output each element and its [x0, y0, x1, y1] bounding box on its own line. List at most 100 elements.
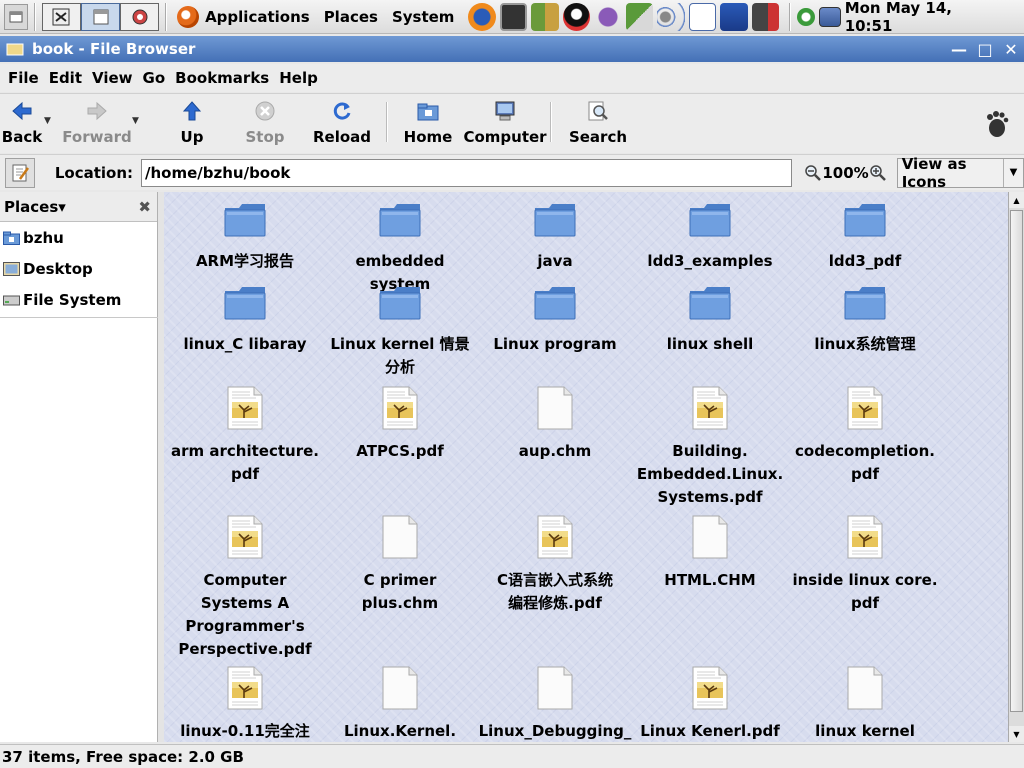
menu-applications[interactable]: Applications [205, 8, 310, 26]
menu-bookmarks[interactable]: Bookmarks [175, 69, 269, 87]
stop-button[interactable]: Stop [240, 94, 290, 150]
toolbar-separator [386, 102, 388, 142]
logout-icon[interactable] [751, 2, 780, 31]
file-item[interactable]: linux_C libaray [170, 283, 320, 356]
back-arrow-icon [12, 101, 32, 121]
folder-icon [378, 200, 422, 244]
file-item[interactable]: linux shell [635, 283, 785, 356]
reload-button[interactable]: Reload [312, 94, 372, 150]
sidebar-item-bzhu[interactable]: bzhu [0, 222, 157, 253]
file-item[interactable]: Linux kernel 情景 分析 [325, 283, 475, 379]
vertical-scrollbar[interactable]: ▲ ▼ [1008, 192, 1024, 742]
forward-button[interactable]: Forward [62, 94, 132, 150]
file-name-label: linux shell [666, 335, 754, 353]
search-button[interactable]: Search [568, 94, 628, 150]
menu-system[interactable]: System [392, 8, 454, 26]
file-item[interactable]: ARM学习报告 [170, 200, 320, 273]
menu-view[interactable]: View [92, 69, 133, 87]
file-name-label: Building. Embedded.Linux. Systems.pdf [636, 442, 784, 506]
toggle-location-entry-button[interactable] [5, 157, 35, 188]
document-icon [381, 666, 419, 714]
back-history-dropdown[interactable]: ▼ [44, 116, 54, 126]
file-name-label: C语言嵌入式系统 编程修炼.pdf [496, 571, 613, 612]
ubuntu-logo-icon [177, 5, 200, 28]
window-titlebar[interactable]: book - File Browser — □ ✕ [0, 36, 1024, 62]
scroll-up-button[interactable]: ▲ [1009, 192, 1024, 208]
file-item[interactable]: inside linux core. pdf [790, 515, 940, 615]
file-icon-view[interactable]: ARM学习报告 embedded system java ldd3_examples l… [164, 192, 1008, 742]
pidgin-launcher-icon[interactable] [594, 2, 622, 31]
zoom-in-icon[interactable] [869, 164, 887, 182]
file-item[interactable]: linux kernel [790, 666, 940, 742]
file-item[interactable]: HTML.CHM [635, 515, 785, 592]
home-button[interactable]: Home [398, 94, 458, 150]
qq-launcher-icon[interactable] [562, 2, 591, 31]
menu-places[interactable]: Places [324, 8, 378, 26]
file-item[interactable]: C primer plus.chm [325, 515, 475, 615]
home-folder-icon [3, 231, 20, 245]
menu-go[interactable]: Go [143, 69, 166, 87]
file-item[interactable]: C语言嵌入式系统 编程修炼.pdf [480, 515, 630, 615]
zoom-level[interactable]: 100% [822, 164, 868, 182]
trash-icon[interactable] [720, 2, 748, 31]
menu-file[interactable]: File [8, 69, 39, 87]
file-item[interactable]: ldd3_pdf [790, 200, 940, 273]
network-applet-icon[interactable] [625, 2, 654, 31]
network-status-icon[interactable] [819, 6, 841, 27]
file-item[interactable]: codecompletion. pdf [790, 386, 940, 486]
scroll-down-button[interactable]: ▼ [1009, 726, 1024, 742]
reload-icon [333, 102, 351, 120]
file-name-label: aup.chm [518, 442, 592, 460]
file-item[interactable]: embedded system [325, 200, 475, 296]
file-name-label: Linux Kenerl.pdf [640, 722, 780, 740]
sidebar-type-selector[interactable]: Places▾ [4, 198, 66, 216]
file-item[interactable]: java [480, 200, 630, 273]
back-button[interactable]: Back [0, 94, 44, 150]
firefox-launcher-icon[interactable] [468, 2, 496, 31]
panel-clock[interactable]: Mon May 14, 10:51 [845, 0, 1002, 35]
file-item[interactable]: linux系统管理 [790, 283, 940, 356]
file-item[interactable]: Computer Systems A Programmer's Perspect… [170, 515, 320, 661]
menu-help[interactable]: Help [279, 69, 318, 87]
sidebar-header: Places▾ ✖ [0, 192, 157, 222]
file-item[interactable]: Building. Embedded.Linux. Systems.pdf [635, 386, 785, 509]
window-menu-icon[interactable] [6, 42, 24, 56]
taskbar-button-app[interactable] [120, 2, 160, 31]
location-input[interactable] [141, 158, 793, 187]
taskbar-button-terminal[interactable] [41, 2, 81, 31]
pdf-file-icon [226, 515, 264, 563]
file-item[interactable]: ldd3_examples [635, 200, 785, 273]
close-sidebar-icon[interactable]: ✖ [138, 198, 151, 216]
file-item[interactable]: Linux_Debugging_ [478, 666, 632, 742]
file-item[interactable]: arm architecture. pdf [170, 386, 320, 486]
file-name-label: HTML.CHM [664, 571, 756, 589]
maximize-button[interactable]: □ [972, 38, 998, 60]
file-item[interactable]: linux-0.11完全注 [170, 666, 320, 742]
file-item[interactable]: Linux program [480, 283, 630, 356]
computer-button[interactable]: Computer [463, 94, 547, 150]
view-mode-select[interactable]: View as Icons ▼ [896, 155, 1024, 191]
up-button[interactable]: Up [162, 94, 222, 150]
scrollbar-thumb[interactable] [1010, 210, 1023, 712]
volume-icon[interactable] [657, 2, 685, 31]
file-item[interactable]: aup.chm [480, 386, 630, 463]
show-desktop-button[interactable] [4, 3, 28, 30]
books-launcher-icon[interactable] [531, 2, 559, 31]
forward-history-dropdown[interactable]: ▼ [132, 116, 142, 126]
sidebar-item-file-system[interactable]: File System [0, 284, 157, 315]
workspace-switcher-icon[interactable] [688, 2, 717, 31]
sidebar-item-desktop[interactable]: Desktop [0, 253, 157, 284]
drive-icon [3, 295, 20, 305]
file-item[interactable]: Linux Kenerl.pdf [635, 666, 785, 742]
menu-edit[interactable]: Edit [49, 69, 82, 87]
file-item[interactable]: ATPCS.pdf [325, 386, 475, 463]
update-notifier-icon[interactable] [797, 7, 816, 26]
close-button[interactable]: ✕ [998, 38, 1024, 60]
pdf-file-icon [226, 386, 264, 434]
file-item[interactable]: Linux.Kernel. [325, 666, 475, 742]
zoom-out-icon[interactable] [804, 164, 822, 182]
taskbar-button-file-browser[interactable] [80, 2, 121, 31]
file-name-label: Linux_Debugging_ [478, 722, 632, 740]
terminal-launcher-icon[interactable] [499, 2, 528, 31]
minimize-button[interactable]: — [946, 38, 972, 60]
